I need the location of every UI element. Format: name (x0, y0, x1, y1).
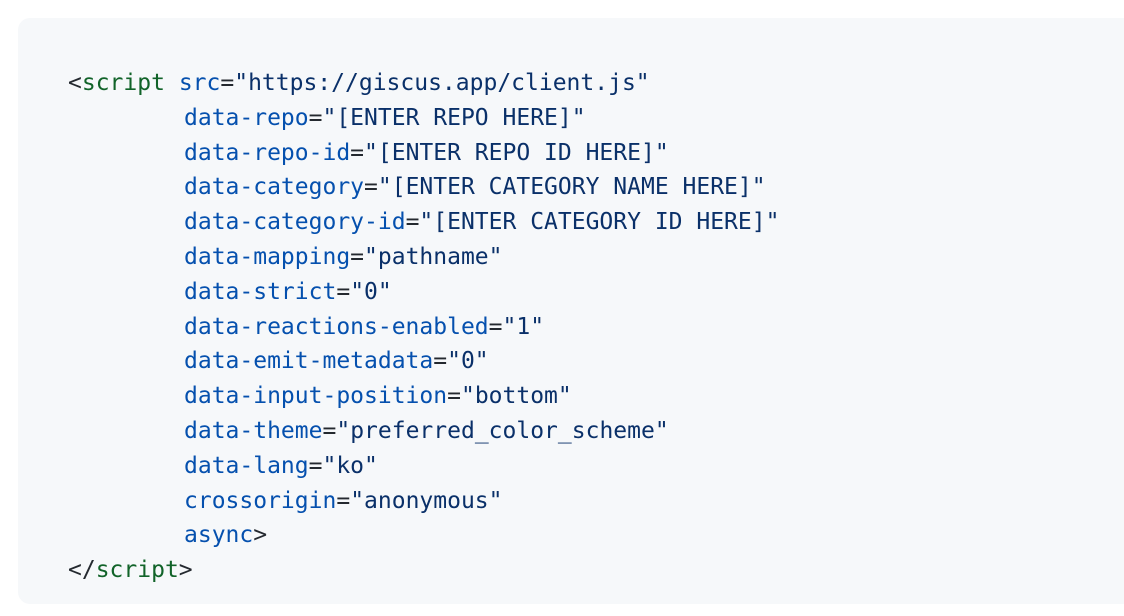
attr-value: "[ENTER REPO HERE]" (322, 104, 586, 131)
attr-name-async: async (184, 522, 254, 549)
equals: = (220, 70, 235, 96)
close-bracket: > (253, 522, 268, 549)
attr-name: data-category (184, 174, 365, 201)
equals: = (336, 487, 351, 514)
attr-value: "bottom" (460, 383, 572, 410)
code-block: <script src="https://giscus.app/client.j… (18, 18, 1124, 604)
attr-name: data-theme (184, 417, 323, 444)
attr-name: data-strict (184, 278, 337, 305)
equals: = (350, 139, 365, 166)
equals: = (433, 348, 448, 375)
equals: = (308, 452, 323, 479)
open-bracket: < (68, 70, 82, 96)
attr-name: src (178, 70, 221, 96)
code-line-attr: data-input-position="bottom" (68, 379, 1124, 414)
attr-value: "1" (502, 313, 545, 340)
attr-value: "0" (350, 278, 392, 305)
attr-name: crossorigin (184, 487, 337, 514)
attr-value: "ko" (322, 452, 378, 479)
attr-value: "preferred_color_scheme" (336, 417, 669, 444)
attr-value: "[ENTER CATEGORY ID HERE]" (419, 209, 780, 236)
code-line-attr: data-reactions-enabled="1" (68, 310, 1124, 345)
code-line-attr: data-repo-id="[ENTER REPO ID HERE]" (68, 136, 1124, 171)
attr-name: data-lang (184, 452, 309, 479)
attr-value: "0" (447, 348, 489, 375)
attr-name: data-mapping (184, 243, 351, 270)
equals: = (336, 278, 351, 305)
equals: = (447, 383, 461, 410)
tag-name: script (81, 70, 165, 96)
equals: = (308, 104, 323, 131)
code-line-attr: crossorigin="anonymous" (68, 484, 1124, 519)
equals: = (322, 417, 337, 444)
code-line-attr: data-theme="preferred_color_scheme" (68, 414, 1124, 449)
attr-name: data-repo-id (184, 139, 351, 166)
code-line-async: async> (68, 518, 1124, 553)
code-line-open-tag: <script src="https://giscus.app/client.j… (68, 66, 1124, 101)
attr-value: "[ENTER CATEGORY NAME HERE]" (377, 174, 766, 201)
equals: = (350, 243, 365, 270)
attr-name: data-reactions-enabled (184, 313, 489, 340)
code-line-attr: data-emit-metadata="0" (68, 344, 1124, 379)
close-bracket: > (178, 557, 193, 584)
attr-value: "[ENTER REPO ID HERE]" (364, 139, 669, 166)
attr-value: "https://giscus.app/client.js" (234, 70, 650, 96)
attr-name: data-emit-metadata (184, 348, 434, 375)
code-line-close-tag: </script> (68, 553, 1124, 588)
attr-name: data-category-id (184, 209, 406, 236)
equals: = (364, 174, 378, 201)
equals: = (405, 209, 420, 236)
code-line-attr: data-category="[ENTER CATEGORY NAME HERE… (68, 170, 1124, 205)
code-line-attr: data-strict="0" (68, 275, 1124, 310)
equals: = (488, 313, 503, 340)
end-open-bracket: </ (68, 557, 96, 584)
code-line-attr: data-lang="ko" (68, 449, 1124, 484)
code-line-attr: data-category-id="[ENTER CATEGORY ID HER… (68, 205, 1124, 240)
attr-value: "pathname" (364, 243, 503, 270)
code-line-attr: data-repo="[ENTER REPO HERE]" (68, 101, 1124, 136)
attr-name: data-input-position (184, 383, 448, 410)
code-line-attr: data-mapping="pathname" (68, 240, 1124, 275)
attr-name: data-repo (184, 104, 309, 131)
attr-value: "anonymous" (350, 487, 503, 514)
closing-tag-name: script (95, 557, 179, 584)
